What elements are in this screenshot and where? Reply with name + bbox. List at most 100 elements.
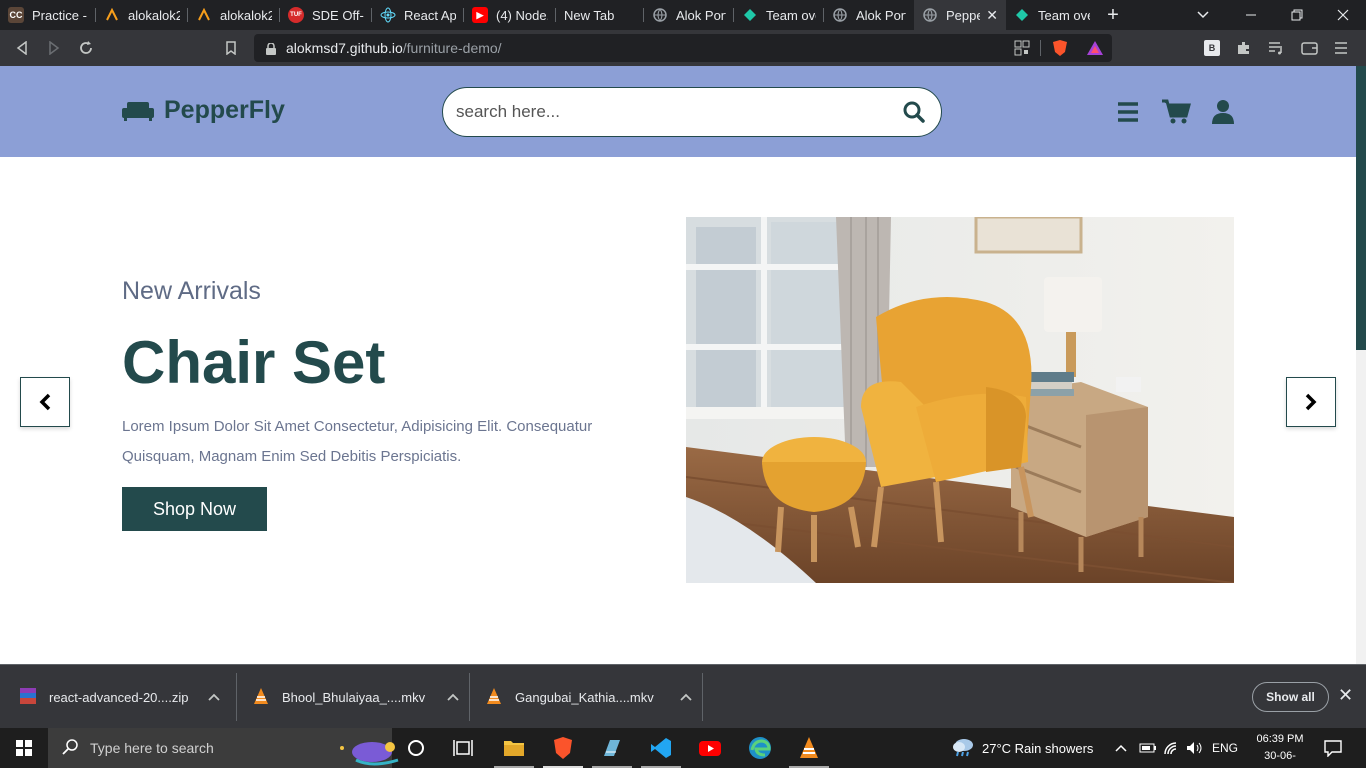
hero-chair-image xyxy=(686,217,1234,583)
hackerrank-favicon xyxy=(104,7,120,23)
taskbar-search-box[interactable]: Type here to search xyxy=(48,728,399,768)
system-clock[interactable]: 06:39 PM 30-06-2022 xyxy=(1252,731,1308,782)
search-icon xyxy=(62,738,78,758)
qr-code-icon[interactable] xyxy=(1014,40,1030,61)
language-indicator[interactable]: ENG xyxy=(1212,728,1238,768)
user-account-icon[interactable] xyxy=(1211,99,1235,130)
notepad-app-icon[interactable] xyxy=(600,736,624,760)
wifi-icon[interactable] xyxy=(1163,728,1181,768)
show-hidden-icons-chevron-icon[interactable] xyxy=(1115,728,1127,768)
sofa-icon xyxy=(122,101,154,121)
restore-icon[interactable] xyxy=(1291,0,1303,30)
edge-browser-icon[interactable] xyxy=(748,736,772,760)
vscode-icon[interactable] xyxy=(649,736,673,760)
search-icon[interactable] xyxy=(903,101,925,128)
close-window-icon[interactable] xyxy=(1337,0,1349,30)
browser-tab[interactable]: alokalok26 xyxy=(188,0,280,30)
browser-tab[interactable]: Alok Portfo xyxy=(824,0,914,30)
browser-tab[interactable]: New Tab xyxy=(556,0,644,30)
brand-name: PepperFly xyxy=(164,96,285,124)
windows-taskbar: Type here to search 27°C Rain showers EN… xyxy=(0,728,1366,779)
windows-start-icon[interactable] xyxy=(16,740,32,761)
minimize-icon[interactable] xyxy=(1245,0,1257,30)
close-tab-icon[interactable]: ✕ xyxy=(986,7,998,24)
browser-tab[interactable]: React App xyxy=(372,0,464,30)
browser-tab[interactable]: alokalok26 xyxy=(96,0,188,30)
browser-tab[interactable]: Alok Portfo xyxy=(644,0,734,30)
lock-icon xyxy=(266,42,276,55)
extensions-puzzle-icon[interactable] xyxy=(1236,40,1252,61)
hackerrank-favicon xyxy=(196,7,212,23)
search-bar xyxy=(442,87,942,137)
chevron-up-icon[interactable] xyxy=(447,690,459,704)
divider xyxy=(236,673,237,721)
cart-icon[interactable] xyxy=(1161,99,1191,130)
divider xyxy=(1040,40,1041,56)
hero-slider: New Arrivals Chair Set Lorem Ipsum Dolor… xyxy=(0,157,1356,664)
browser-tab[interactable]: Team over xyxy=(1006,0,1098,30)
search-input[interactable] xyxy=(456,102,876,122)
divider xyxy=(469,673,470,721)
vlc-icon xyxy=(486,687,502,707)
globe-favicon xyxy=(832,7,848,23)
menu-icon[interactable] xyxy=(1334,40,1348,61)
hamburger-menu-icon[interactable] xyxy=(1117,102,1139,127)
forward-icon[interactable] xyxy=(38,30,70,66)
battery-icon[interactable] xyxy=(1139,728,1157,768)
browser-tab-active[interactable]: Peppe ✕ xyxy=(914,0,1006,30)
hero-title: Chair Set xyxy=(122,329,386,396)
browser-tab[interactable]: Team over xyxy=(734,0,824,30)
chevron-up-icon[interactable] xyxy=(208,690,221,704)
tab-strip: CC Practice - alokalok26 alokalok26 TUF … xyxy=(0,0,1366,30)
browser-tab[interactable]: TUF SDE Off-ca xyxy=(280,0,372,30)
media-playlist-icon[interactable] xyxy=(1268,40,1284,61)
rain-cloud-icon xyxy=(952,737,974,760)
task-view-icon[interactable] xyxy=(452,736,476,760)
browser-tab[interactable]: ▶ (4) Node.js xyxy=(464,0,556,30)
notification-center-icon[interactable] xyxy=(1324,739,1342,762)
tuf-favicon: TUF xyxy=(288,7,304,23)
volume-icon[interactable] xyxy=(1186,728,1204,768)
wallet-icon[interactable] xyxy=(1301,40,1318,61)
download-item[interactable]: Bhool_Bhulaiyaa_....mkv xyxy=(253,665,459,729)
site-header: PepperFly xyxy=(0,66,1356,157)
divider xyxy=(702,673,703,721)
url-text: alokmsd7.github.io/furniture-demo/ xyxy=(286,40,502,56)
download-item[interactable]: Gangubai_Kathia....mkv xyxy=(486,665,692,729)
back-icon[interactable] xyxy=(6,30,38,66)
brave-rewards-icon[interactable] xyxy=(1086,40,1104,61)
bookmark-icon[interactable] xyxy=(215,30,247,66)
close-download-bar-icon[interactable]: ✕ xyxy=(1338,685,1353,706)
address-bar[interactable]: alokmsd7.github.io/furniture-demo/ xyxy=(254,34,1112,62)
brave-browser-icon[interactable] xyxy=(551,736,575,760)
browser-toolbar: alokmsd7.github.io/furniture-demo/ B xyxy=(0,30,1366,66)
scrollbar-thumb[interactable] xyxy=(1356,66,1366,350)
reload-icon[interactable] xyxy=(70,30,102,66)
vlc-app-icon[interactable] xyxy=(797,736,821,760)
clock-date: 30-06-2022 xyxy=(1264,750,1296,779)
react-favicon xyxy=(380,7,396,23)
vlc-icon xyxy=(253,687,269,707)
extension-b-icon[interactable]: B xyxy=(1204,40,1220,56)
new-tab-button[interactable]: + xyxy=(1098,4,1128,27)
weather-widget[interactable]: 27°C Rain showers xyxy=(952,728,1093,768)
diamond-favicon xyxy=(1014,7,1030,23)
globe-favicon xyxy=(652,7,668,23)
download-item[interactable]: react-advanced-20....zip xyxy=(20,665,221,729)
show-all-downloads-button[interactable]: Show all xyxy=(1252,682,1329,712)
winrar-icon xyxy=(20,687,36,707)
shop-now-button[interactable]: Shop Now xyxy=(122,487,267,531)
youtube-app-icon[interactable] xyxy=(698,736,722,760)
file-explorer-icon[interactable] xyxy=(502,736,526,760)
tab-search-icon[interactable] xyxy=(1196,0,1210,30)
cortana-icon[interactable] xyxy=(404,736,428,760)
brand-logo[interactable]: PepperFly xyxy=(122,96,285,125)
codechef-favicon: CC xyxy=(8,7,24,23)
prev-slide-button[interactable] xyxy=(20,377,70,427)
download-bar: react-advanced-20....zip Bhool_Bhulaiyaa… xyxy=(0,664,1366,728)
brave-shield-icon[interactable] xyxy=(1052,39,1068,62)
youtube-favicon: ▶ xyxy=(472,7,488,23)
next-slide-button[interactable] xyxy=(1286,377,1336,427)
browser-tab[interactable]: CC Practice - xyxy=(0,0,96,30)
chevron-up-icon[interactable] xyxy=(680,690,692,704)
